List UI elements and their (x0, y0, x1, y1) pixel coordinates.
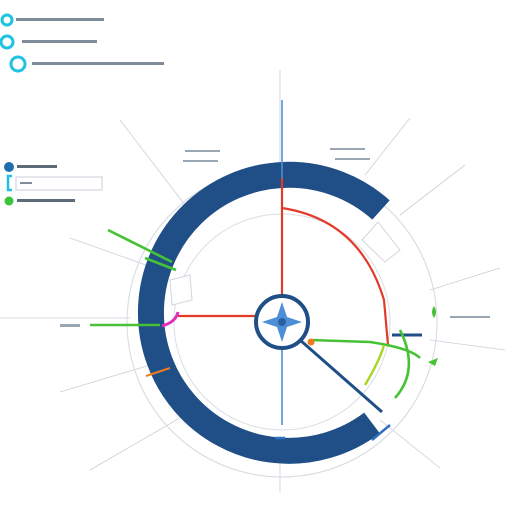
legend-text-line (17, 199, 75, 202)
legend-text-line (16, 18, 104, 21)
cyan-ring-marker (0, 13, 14, 27)
legend-mid (4, 162, 103, 206)
cyan-ring-marker (0, 34, 15, 50)
legend-text-line (22, 40, 97, 43)
ring-panel (169, 274, 193, 306)
legend-item (6, 174, 103, 192)
tick-mark (183, 160, 218, 162)
leaf-marker (432, 306, 436, 318)
radial-diagram (0, 13, 506, 492)
diagram-canvas (0, 0, 512, 512)
legend-item (0, 13, 104, 27)
guide-line (59, 364, 151, 393)
tick-mark (335, 158, 370, 160)
cyan-bracket-marker (6, 174, 12, 192)
guide-line (364, 117, 411, 176)
magenta-connection (161, 311, 180, 328)
legend-text-line (20, 182, 32, 184)
blue-dot-marker (4, 162, 14, 172)
guide-line (399, 164, 466, 216)
guide-line (429, 267, 501, 291)
tick-mark (60, 324, 80, 327)
legend-item (0, 34, 97, 50)
legend-text-line (32, 62, 164, 65)
legend-item (9, 55, 164, 73)
tick-mark (185, 150, 220, 152)
guide-line (119, 119, 186, 206)
legend-item (4, 162, 57, 172)
radial-guides (0, 70, 506, 492)
guide-line (89, 414, 186, 471)
legend-text-line (17, 165, 57, 168)
cyan-ring-marker (9, 55, 27, 73)
ring-inner-panels (169, 221, 401, 306)
tick-mark (330, 148, 365, 150)
center-hub[interactable] (254, 294, 310, 350)
green-path (309, 338, 421, 359)
guide-line (429, 339, 506, 351)
tick-mark (450, 316, 490, 318)
legend-top (0, 13, 164, 73)
legend-item (4, 196, 75, 206)
green-path (394, 329, 411, 399)
green-dot-marker (4, 196, 14, 206)
orange-junction-dot (307, 338, 315, 346)
